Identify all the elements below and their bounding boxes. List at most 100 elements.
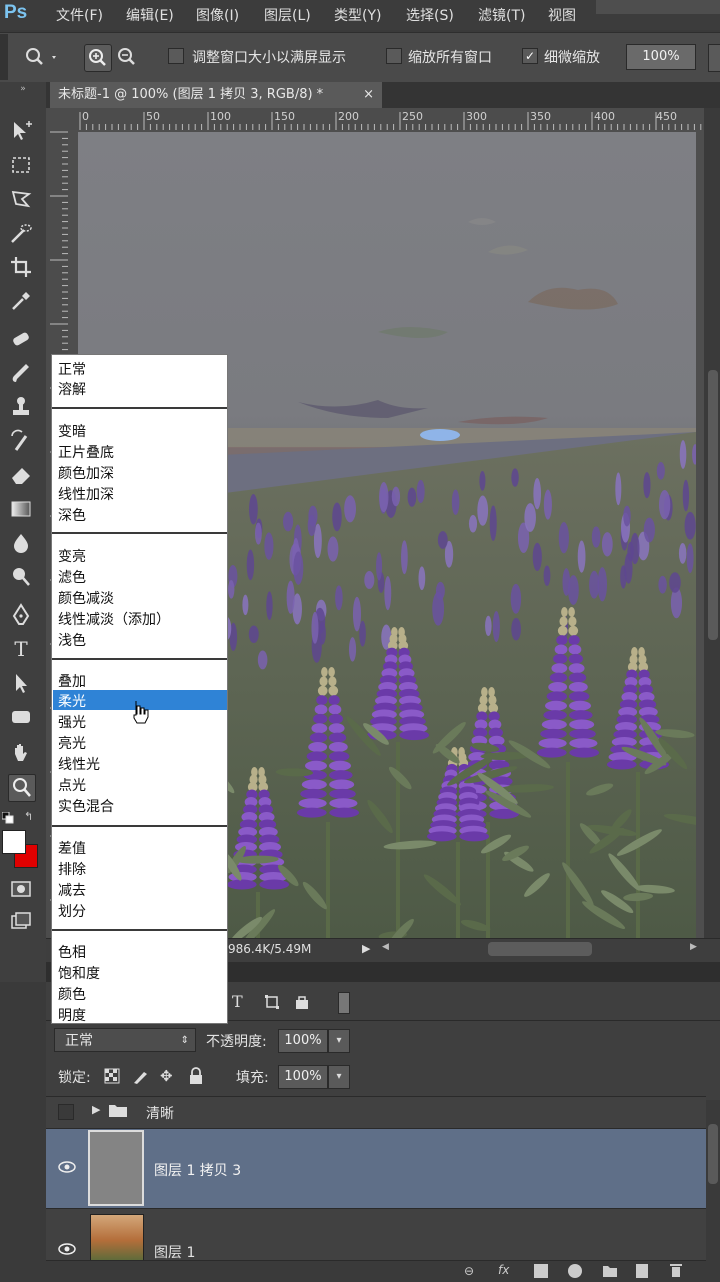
pen-tool-icon[interactable] [8,602,34,628]
zoom-in-icon[interactable] [84,44,112,72]
zoom-tool-preset-icon[interactable] [22,44,56,70]
marquee-tool-icon[interactable] [8,152,34,178]
visibility-eye-icon[interactable] [58,1242,76,1256]
blend-option-color-dodge[interactable]: 颜色减淡 [58,588,114,608]
blend-option-color[interactable]: 颜色 [58,984,86,1004]
fit-screen-button[interactable] [708,44,720,72]
fit-window-checkbox[interactable] [168,48,184,64]
menu-image[interactable]: 图像(I) [196,5,239,25]
blend-option-pin-light[interactable]: 点光 [58,775,86,795]
blend-option-multiply[interactable]: 正片叠底 [58,442,114,462]
smart-object-filter-icon[interactable] [294,994,310,1010]
layer-name[interactable]: 图层 1 拷贝 3 [154,1160,241,1180]
blend-option-hue[interactable]: 色相 [58,942,86,962]
blend-option-difference[interactable]: 差值 [58,838,86,858]
blend-option-lighter-color[interactable]: 浅色 [58,630,86,650]
add-mask-icon[interactable] [534,1264,548,1278]
zoom-tool-icon[interactable] [8,774,36,802]
menu-view[interactable]: 视图 [548,5,576,25]
menu-type[interactable]: 类型(Y) [334,5,381,25]
blend-option-linear-light[interactable]: 线性光 [58,754,100,774]
scrubby-zoom-checkbox[interactable]: ✓ [522,48,538,64]
clone-stamp-tool-icon[interactable] [8,394,34,420]
blend-option-linear-dodge[interactable]: 线性减淡（添加） [58,609,170,629]
blend-option-exclusion[interactable]: 排除 [58,859,86,879]
type-tool-icon[interactable]: T [8,636,34,662]
blend-option-luminosity[interactable]: 明度 [58,1005,86,1025]
shape-layer-filter-icon[interactable] [264,994,280,1010]
close-tab-icon[interactable]: × [363,82,374,108]
fill-field[interactable]: 100% [278,1065,328,1089]
blend-option-dissolve[interactable]: 溶解 [58,379,86,399]
vertical-scroll-thumb[interactable] [708,370,718,640]
blend-option-screen[interactable]: 滤色 [58,567,86,587]
eraser-tool-icon[interactable] [8,462,34,488]
brush-tool-icon[interactable] [8,360,34,386]
history-brush-tool-icon[interactable] [8,428,34,454]
crop-tool-icon[interactable] [8,254,34,280]
visibility-eye-icon[interactable] [58,1160,76,1174]
zoom-percent-field[interactable]: 100% [626,44,696,70]
blend-option-darken[interactable]: 变暗 [58,421,86,441]
lock-image-pixels-icon[interactable] [132,1068,150,1084]
shape-tool-icon[interactable] [8,704,34,730]
blend-mode-select[interactable]: 正常 ⇕ [54,1028,196,1052]
path-selection-tool-icon[interactable] [8,670,34,696]
quick-selection-tool-icon[interactable] [8,220,34,246]
blend-option-lighten[interactable]: 变亮 [58,546,86,566]
menu-filter[interactable]: 滤镜(T) [478,5,525,25]
blend-option-soft-light[interactable]: 柔光 [58,691,86,711]
opacity-dropdown-icon[interactable]: ▾ [328,1029,350,1053]
horizontal-scroll-thumb[interactable] [488,942,592,956]
hand-tool-icon[interactable] [8,740,34,766]
zoom-all-checkbox[interactable] [386,48,402,64]
delete-layer-icon[interactable] [670,1263,682,1278]
menu-layer[interactable]: 图层(L) [264,5,311,25]
blur-tool-icon[interactable] [8,530,34,556]
layer-row-selected[interactable] [46,1128,706,1209]
default-colors-icon[interactable] [1,811,14,824]
fill-dropdown-icon[interactable]: ▾ [328,1065,350,1089]
eyedropper-tool-icon[interactable] [8,288,34,314]
layer-style-icon[interactable]: fx [498,1263,518,1277]
menu-file[interactable]: 文件(F) [56,5,103,25]
menu-edit[interactable]: 编辑(E) [126,5,174,25]
blend-option-saturation[interactable]: 饱和度 [58,963,100,983]
layer-name[interactable]: 图层 1 [154,1242,195,1262]
screen-mode-icon[interactable] [8,908,34,934]
layer-group-row[interactable] [46,1096,706,1129]
blend-option-hard-mix[interactable]: 实色混合 [58,796,114,816]
blend-option-overlay[interactable]: 叠加 [58,671,86,691]
link-layers-icon[interactable]: ⊖ [464,1264,480,1278]
swap-colors-icon[interactable]: ↰ [24,810,38,823]
status-menu-arrow-icon[interactable]: ▶ [362,942,372,956]
blend-option-normal[interactable]: 正常 [58,359,86,379]
type-layer-filter-icon[interactable]: T [232,992,250,1011]
blend-option-linear-burn[interactable]: 线性加深 [58,484,114,504]
group-visibility-box[interactable] [58,1104,74,1120]
document-tab[interactable]: 未标题-1 @ 100% (图层 1 拷贝 3, RGB/8) * × [50,82,382,108]
zoom-out-icon[interactable] [114,44,140,70]
menu-select[interactable]: 选择(S) [406,5,454,25]
lock-all-icon[interactable] [188,1067,204,1085]
lock-transparent-pixels-icon[interactable] [104,1068,120,1084]
foreground-color-swatch[interactable] [2,830,26,854]
dodge-tool-icon[interactable] [8,564,34,590]
blend-option-color-burn[interactable]: 颜色加深 [58,463,114,483]
scroll-right-icon[interactable]: ▶ [690,942,700,956]
quick-mask-icon[interactable] [8,876,34,902]
blend-option-subtract[interactable]: 减去 [58,880,86,900]
toolbar-collapse-icon[interactable]: » [0,84,46,94]
scroll-left-icon[interactable]: ◀ [382,942,392,956]
adjustment-layer-icon[interactable] [568,1264,582,1278]
blend-option-hard-light[interactable]: 强光 [58,712,86,732]
lasso-tool-icon[interactable] [8,186,34,212]
new-layer-icon[interactable] [636,1264,648,1278]
blend-option-vivid-light[interactable]: 亮光 [58,733,86,753]
move-tool-icon[interactable] [8,118,34,144]
expand-group-icon[interactable]: ▶ [92,1103,100,1116]
ruler-origin[interactable] [46,108,74,131]
blend-option-divide[interactable]: 划分 [58,901,86,921]
opacity-field[interactable]: 100% [278,1029,328,1053]
blend-option-darker-color[interactable]: 深色 [58,505,86,525]
